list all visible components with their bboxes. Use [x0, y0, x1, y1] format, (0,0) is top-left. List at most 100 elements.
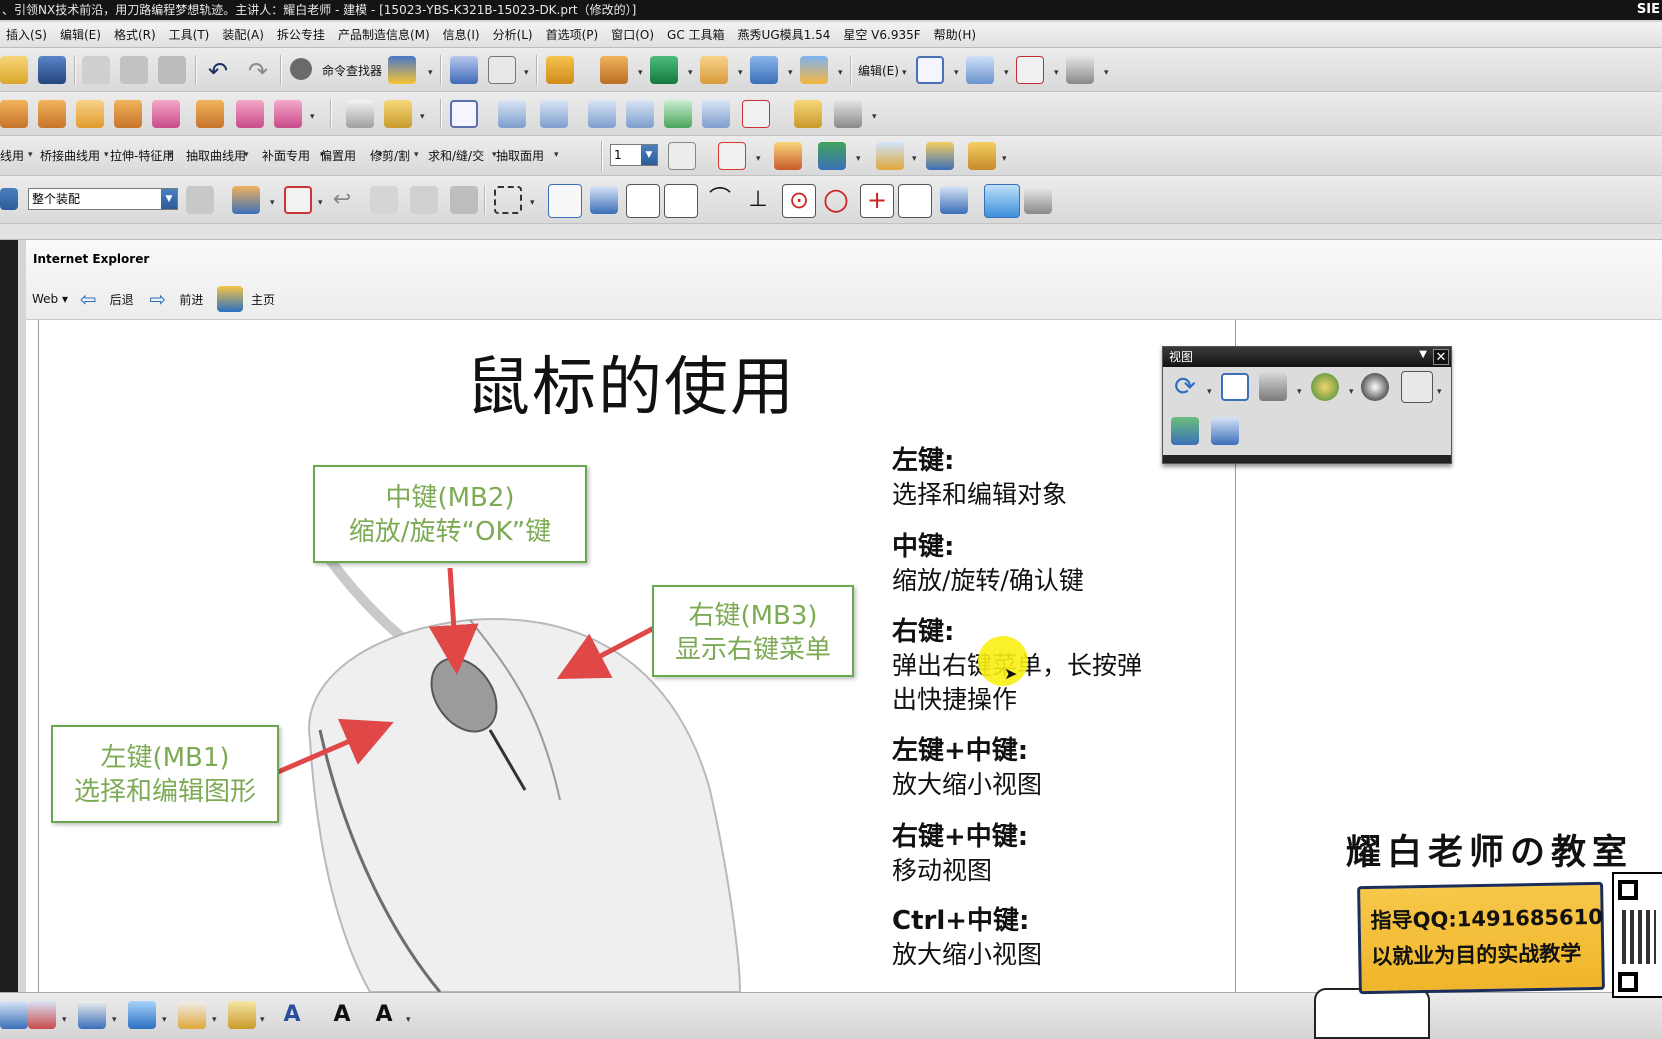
chevron-down-icon[interactable]: ▾ — [788, 68, 793, 78]
command-finder-label[interactable]: 命令查找器 — [322, 62, 382, 79]
macro-icon[interactable] — [388, 56, 416, 84]
select-feature-icon[interactable] — [232, 186, 260, 214]
chevron-down-icon[interactable]: ▾ — [1054, 68, 1059, 78]
display-icon[interactable] — [818, 142, 846, 170]
paste-icon[interactable] — [158, 56, 186, 84]
trim-body-icon[interactable] — [196, 100, 224, 128]
menu-item[interactable]: 窗口(O) — [605, 22, 661, 48]
chevron-down-icon[interactable]: ▾ — [954, 68, 959, 78]
annotation-icon[interactable] — [0, 1001, 28, 1029]
quadrant-icon[interactable]: ○ — [822, 185, 850, 215]
menu-item[interactable]: 拆公专挂 — [271, 22, 332, 48]
general-selection-icon[interactable] — [284, 186, 312, 214]
text-search-icon[interactable]: A — [328, 1001, 356, 1029]
chevron-down-icon[interactable]: ▾ — [428, 68, 433, 78]
chevron-down-icon[interactable]: ▾ — [112, 1015, 117, 1025]
chevron-down-icon[interactable]: ▾ — [856, 154, 861, 164]
chevron-down-icon[interactable]: ▾ — [244, 150, 249, 160]
chevron-down-icon[interactable]: ▾ — [212, 1015, 217, 1025]
curve-tool-menu[interactable]: 拉伸-特征用 — [110, 147, 174, 164]
chevron-down-icon[interactable]: ▾ — [1004, 68, 1009, 78]
menu-item[interactable]: 信息(I) — [437, 22, 487, 48]
chevron-down-icon[interactable]: ▾ — [406, 1015, 411, 1025]
rotate-icon[interactable]: ⟳ — [1171, 373, 1199, 401]
menu-item[interactable]: 产品制造信息(M) — [332, 22, 437, 48]
menu-item[interactable]: 装配(A) — [216, 22, 271, 48]
curve-tool-menu[interactable]: 求和/缝/交 — [428, 147, 484, 164]
menu-item[interactable]: 燕秀UG模具1.54 — [732, 22, 838, 48]
chevron-down-icon[interactable]: ▾ — [420, 112, 425, 122]
paint-icon[interactable] — [774, 142, 802, 170]
back-arrow-icon[interactable]: ⇦ — [80, 288, 102, 310]
back-button[interactable]: 后退 — [110, 291, 134, 308]
chevron-down-icon[interactable] — [0, 188, 18, 210]
chevron-down-icon[interactable]: ▾ — [872, 112, 877, 122]
arc-center-icon[interactable]: ⊙ — [782, 184, 816, 218]
chevron-down-icon[interactable]: ▼ — [161, 189, 177, 209]
snap-icon[interactable] — [450, 56, 478, 84]
deselect-all-icon[interactable] — [370, 186, 398, 214]
pmi-icon[interactable] — [28, 1001, 56, 1029]
menu-item[interactable]: 编辑(E) — [54, 22, 108, 48]
n-sided-icon[interactable] — [664, 100, 692, 128]
chevron-down-icon[interactable]: ▾ — [28, 150, 33, 160]
copy-icon[interactable] — [120, 56, 148, 84]
zoom-icon[interactable] — [1259, 373, 1287, 401]
revolve-icon[interactable] — [38, 100, 66, 128]
chevron-down-icon[interactable]: ▾ — [318, 198, 323, 208]
web-menu[interactable]: Web ▾ — [32, 292, 68, 307]
existing-point-icon[interactable]: + — [860, 184, 894, 218]
chevron-down-icon[interactable]: ▾ — [738, 68, 743, 78]
line-end-icon[interactable] — [626, 184, 660, 218]
rectangle-select-icon[interactable] — [494, 186, 522, 214]
fit-view-icon[interactable] — [1221, 373, 1249, 401]
layer-icon[interactable] — [750, 56, 778, 84]
chevron-down-icon[interactable]: ▾ — [260, 1015, 265, 1025]
layer-settings-icon[interactable] — [668, 142, 696, 170]
dimension-icon[interactable] — [78, 1001, 106, 1029]
clip-icon[interactable] — [1211, 417, 1239, 445]
view-box-icon[interactable] — [1401, 371, 1433, 403]
component-icon[interactable] — [650, 56, 678, 84]
block-icon[interactable] — [700, 56, 728, 84]
note-icon[interactable] — [128, 1001, 156, 1029]
section-view-icon[interactable] — [1171, 417, 1199, 445]
forward-button[interactable]: 前进 — [179, 291, 203, 308]
selection-filter-icon[interactable] — [186, 186, 214, 214]
intersect-icon[interactable] — [742, 100, 770, 128]
cylinder-icon[interactable] — [76, 100, 104, 128]
menu-item[interactable]: 插入(S) — [0, 22, 54, 48]
curve-icon[interactable]: ⌒ — [706, 186, 734, 214]
plane-icon[interactable] — [450, 100, 478, 128]
curve-tool-menu[interactable]: 修剪/割 — [370, 147, 410, 164]
curve-tool-menu[interactable]: 补面专用 — [262, 147, 310, 164]
point-icon[interactable] — [1016, 56, 1044, 84]
redo-icon[interactable]: ↷ — [244, 58, 272, 86]
chevron-down-icon[interactable]: ▾ — [838, 68, 843, 78]
tools-icon[interactable] — [1024, 186, 1052, 214]
boss-icon[interactable] — [152, 100, 180, 128]
menu-item[interactable]: 分析(L) — [487, 22, 540, 48]
chevron-down-icon[interactable]: ▾ — [912, 154, 917, 164]
curve-tool-menu[interactable]: 抽取曲线用 — [186, 147, 246, 164]
hole-icon[interactable] — [114, 100, 142, 128]
chevron-down-icon[interactable]: ▾ — [554, 150, 559, 160]
chevron-down-icon[interactable]: ▾ — [1207, 387, 1212, 397]
ruler-icon[interactable] — [926, 142, 954, 170]
chevron-down-icon[interactable]: ▾ — [414, 150, 419, 160]
close-icon[interactable]: ✕ — [1433, 349, 1449, 365]
undo-icon[interactable]: ↶ — [204, 58, 232, 86]
measure-distance-icon[interactable] — [876, 142, 904, 170]
chevron-down-icon[interactable]: ▾ — [62, 1015, 67, 1025]
menu-item[interactable]: 格式(R) — [108, 22, 163, 48]
edit-menu-label[interactable]: 编辑(E) — [858, 62, 899, 79]
chevron-down-icon[interactable]: ▾ — [1349, 387, 1354, 397]
subtract-icon[interactable] — [274, 100, 302, 128]
menu-item[interactable]: 工具(T) — [163, 22, 217, 48]
curve-tool-menu[interactable]: 抽取面用 — [496, 147, 544, 164]
sketch-plane-icon[interactable] — [916, 56, 944, 84]
chevron-down-icon[interactable]: ▾ — [902, 68, 907, 78]
intersection-icon[interactable]: ⊥ — [744, 186, 772, 214]
chevron-down-icon[interactable]: ▼ — [1419, 349, 1427, 360]
wrench-icon[interactable] — [384, 100, 412, 128]
